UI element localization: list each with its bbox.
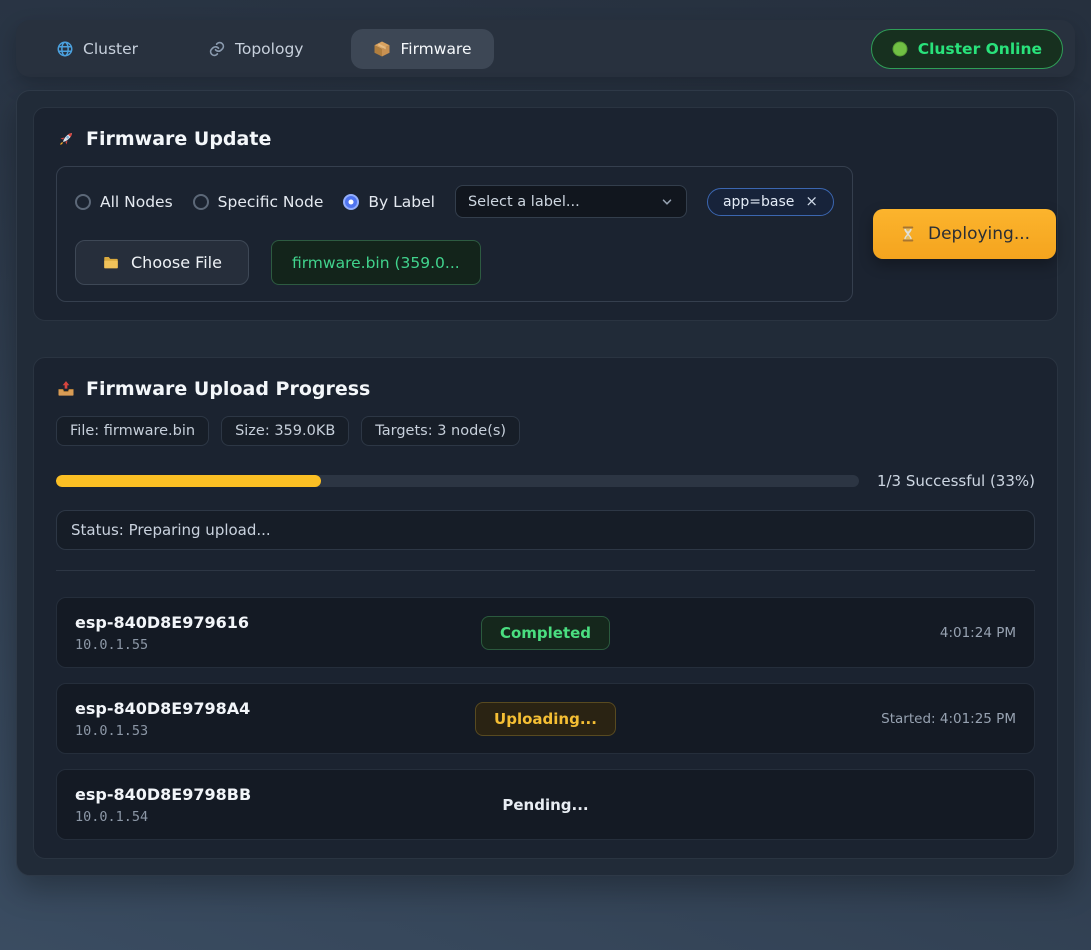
targets-meta-badge: Targets: 3 node(s) (361, 416, 520, 446)
deploy-button-label: Deploying... (928, 224, 1030, 244)
node-identity: esp-840D8E9798A4 10.0.1.53 (75, 699, 389, 739)
label-select-placeholder: Select a label... (468, 194, 580, 210)
cluster-status-badge[interactable]: Cluster Online (871, 29, 1063, 69)
node-ip: 10.0.1.53 (75, 723, 389, 739)
node-row: esp-840D8E9798A4 10.0.1.53 Uploading... … (56, 683, 1035, 754)
main-container: Firmware Update All Nodes Specific Node (16, 90, 1075, 876)
globe-icon (56, 40, 74, 58)
nav-item-label: Firmware (400, 40, 471, 58)
node-name: esp-840D8E9798BB (75, 785, 389, 804)
node-list: esp-840D8E979616 10.0.1.55 Completed 4:0… (56, 597, 1035, 840)
chevron-down-icon (660, 195, 674, 209)
nav-item-topology[interactable]: Topology (186, 29, 325, 69)
page: Cluster Topology (0, 0, 1091, 950)
label-select[interactable]: Select a label... (455, 185, 687, 218)
target-fieldset: All Nodes Specific Node By Label Select … (56, 166, 853, 302)
progress-label: 1/3 Successful (33%) (877, 472, 1035, 490)
hourglass-icon (899, 225, 917, 243)
nav-items: Cluster Topology (34, 29, 494, 69)
folder-icon (102, 254, 120, 272)
nav-item-cluster[interactable]: Cluster (34, 29, 160, 69)
radio-label: All Nodes (100, 193, 173, 211)
radio-label: By Label (368, 193, 435, 211)
top-nav: Cluster Topology (16, 20, 1075, 77)
cluster-status-label: Cluster Online (918, 40, 1042, 58)
rocket-icon (56, 129, 76, 149)
divider (56, 570, 1035, 571)
progress-row: 1/3 Successful (33%) (56, 472, 1035, 490)
radio-label: Specific Node (218, 193, 324, 211)
nav-item-label: Cluster (83, 40, 138, 58)
node-identity: esp-840D8E979616 10.0.1.55 (75, 613, 389, 653)
green-circle-icon (892, 41, 908, 57)
radio-circle (193, 194, 209, 210)
status-box: Status: Preparing upload... (56, 510, 1035, 550)
firmware-update-card: Firmware Update All Nodes Specific Node (33, 107, 1058, 321)
node-name: esp-840D8E9798A4 (75, 699, 389, 718)
link-icon (208, 40, 226, 58)
node-row: esp-840D8E979616 10.0.1.55 Completed 4:0… (56, 597, 1035, 668)
status-badge: Uploading... (475, 702, 616, 736)
radio-circle (343, 194, 359, 210)
outbox-icon (56, 379, 76, 399)
file-row: Choose File firmware.bin (359.0... (75, 240, 834, 285)
upload-progress-card: Firmware Upload Progress File: firmware.… (33, 357, 1058, 859)
file-meta-badge: File: firmware.bin (56, 416, 209, 446)
update-form-row: All Nodes Specific Node By Label Select … (56, 166, 1035, 302)
upload-progress-title: Firmware Upload Progress (56, 378, 1035, 400)
node-status: Pending... (389, 795, 703, 814)
node-identity: esp-840D8E9798BB 10.0.1.54 (75, 785, 389, 825)
radio-specific-node[interactable]: Specific Node (193, 193, 324, 211)
node-name: esp-840D8E979616 (75, 613, 389, 632)
status-badge: Completed (481, 616, 610, 650)
node-status: Completed (389, 616, 703, 650)
node-timestamp: Started: 4:01:25 PM (702, 711, 1016, 727)
firmware-update-title: Firmware Update (56, 128, 1035, 150)
nav-item-firmware[interactable]: Firmware (351, 29, 493, 69)
firmware-update-title-text: Firmware Update (86, 128, 271, 150)
radio-by-label[interactable]: By Label (343, 193, 435, 211)
progress-bar (56, 475, 859, 487)
choose-file-button[interactable]: Choose File (75, 240, 249, 285)
package-icon (373, 40, 391, 58)
node-row: esp-840D8E9798BB 10.0.1.54 Pending... (56, 769, 1035, 840)
chip-remove-icon[interactable]: × (805, 194, 818, 209)
selected-file-badge: firmware.bin (359.0... (271, 240, 481, 285)
upload-progress-title-text: Firmware Upload Progress (86, 378, 370, 400)
node-ip: 10.0.1.55 (75, 637, 389, 653)
progress-bar-fill (56, 475, 321, 487)
size-meta-badge: Size: 359.0KB (221, 416, 349, 446)
node-timestamp: 4:01:24 PM (702, 625, 1016, 641)
upload-meta-row: File: firmware.bin Size: 359.0KB Targets… (56, 416, 1035, 446)
target-mode-row: All Nodes Specific Node By Label Select … (75, 185, 834, 218)
nav-item-label: Topology (235, 40, 303, 58)
deploy-button[interactable]: Deploying... (873, 209, 1056, 259)
node-status: Uploading... (389, 702, 703, 736)
node-ip: 10.0.1.54 (75, 809, 389, 825)
label-chip[interactable]: app=base × (707, 188, 834, 216)
radio-all-nodes[interactable]: All Nodes (75, 193, 173, 211)
radio-circle (75, 194, 91, 210)
status-badge: Pending... (502, 796, 588, 814)
choose-file-label: Choose File (131, 253, 222, 272)
label-chip-text: app=base (723, 194, 794, 210)
